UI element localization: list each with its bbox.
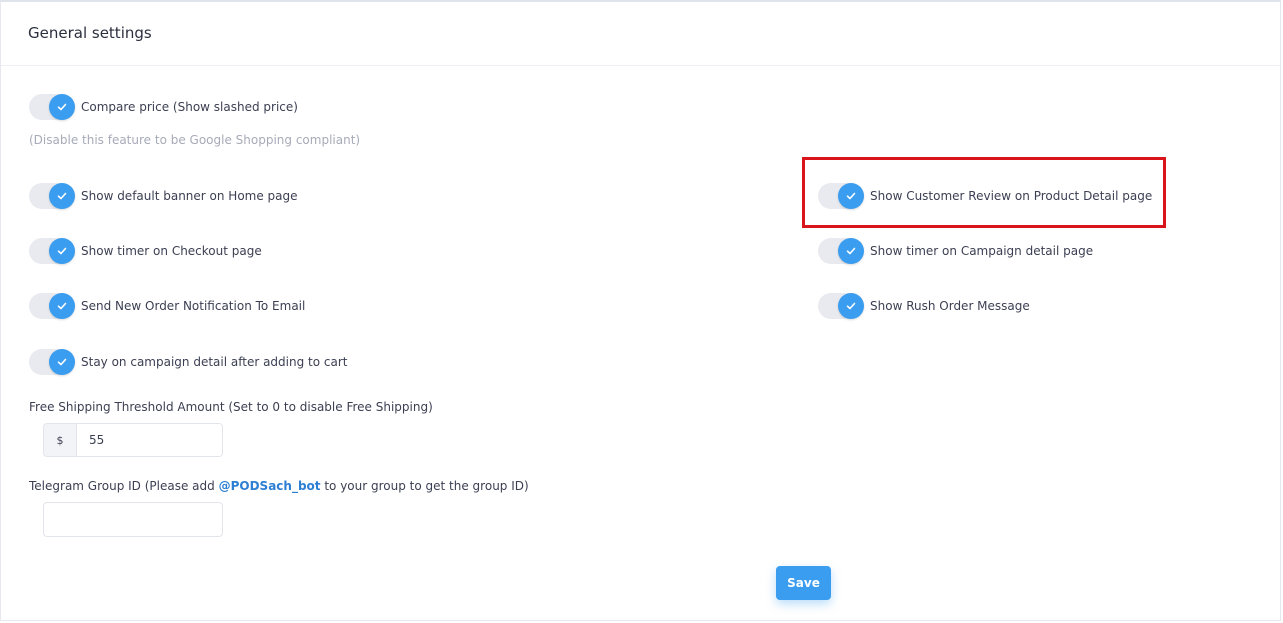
toggle-row-customer-review: Show Customer Review on Product Detail p…	[818, 183, 1152, 209]
check-icon	[838, 293, 864, 319]
check-icon	[49, 183, 75, 209]
toggle-row-rush-order: Show Rush Order Message	[818, 293, 1030, 319]
customer-review-toggle[interactable]	[818, 183, 864, 209]
check-icon	[49, 293, 75, 319]
toggle-row-compare-price: Compare price (Show slashed price)	[29, 94, 298, 120]
toggle-row-stay-on-campaign: Stay on campaign detail after adding to …	[29, 349, 348, 375]
order-notification-toggle[interactable]	[29, 293, 75, 319]
page-title: General settings	[28, 24, 152, 42]
telegram-group-id-input[interactable]	[43, 502, 223, 537]
free-shipping-label: Free Shipping Threshold Amount (Set to 0…	[29, 400, 433, 414]
rush-order-label: Show Rush Order Message	[870, 299, 1030, 313]
timer-checkout-label: Show timer on Checkout page	[81, 244, 262, 258]
toggle-row-timer-campaign: Show timer on Campaign detail page	[818, 238, 1093, 264]
compare-price-toggle[interactable]	[29, 94, 75, 120]
telegram-label-before: Telegram Group ID (Please add	[29, 479, 219, 493]
free-shipping-input[interactable]	[77, 424, 222, 456]
customer-review-label: Show Customer Review on Product Detail p…	[870, 189, 1153, 203]
save-button[interactable]: Save	[776, 566, 831, 600]
default-banner-label: Show default banner on Home page	[81, 189, 298, 203]
check-icon	[838, 183, 864, 209]
check-icon	[49, 94, 75, 120]
rush-order-toggle[interactable]	[818, 293, 864, 319]
telegram-bot-mention: @PODSach_bot	[218, 479, 321, 493]
compare-price-label: Compare price (Show slashed price)	[81, 100, 298, 114]
toggle-row-default-banner: Show default banner on Home page	[29, 183, 298, 209]
timer-checkout-toggle[interactable]	[29, 238, 75, 264]
compare-price-hint: (Disable this feature to be Google Shopp…	[29, 133, 361, 147]
telegram-label-after: to your group to get the group ID)	[320, 479, 529, 493]
free-shipping-input-group: $	[43, 423, 223, 457]
timer-campaign-toggle[interactable]	[818, 238, 864, 264]
toggle-row-timer-checkout: Show timer on Checkout page	[29, 238, 262, 264]
toggle-row-order-notification: Send New Order Notification To Email	[29, 293, 305, 319]
general-settings-card: General settings Compare price (Show sla…	[0, 0, 1281, 621]
order-notification-label: Send New Order Notification To Email	[81, 299, 306, 313]
default-banner-toggle[interactable]	[29, 183, 75, 209]
currency-prefix: $	[44, 424, 77, 456]
stay-on-campaign-toggle[interactable]	[29, 349, 75, 375]
stay-on-campaign-label: Stay on campaign detail after adding to …	[81, 355, 348, 369]
timer-campaign-label: Show timer on Campaign detail page	[870, 244, 1094, 258]
telegram-label: Telegram Group ID (Please add @PODSach_b…	[29, 479, 529, 493]
check-icon	[49, 349, 75, 375]
card-header: General settings	[1, 2, 1280, 66]
check-icon	[49, 238, 75, 264]
check-icon	[838, 238, 864, 264]
